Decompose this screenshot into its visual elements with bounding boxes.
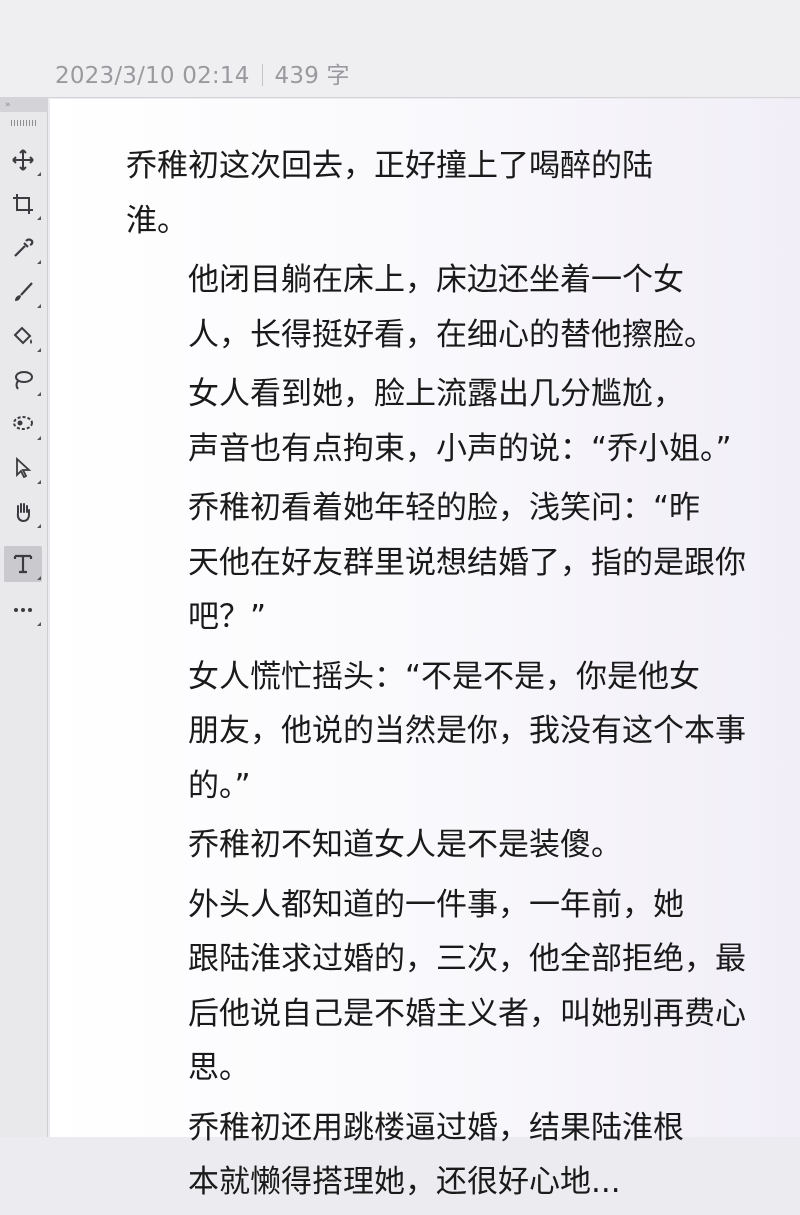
panel-grip[interactable] <box>11 120 37 126</box>
text-line: 乔稚初还用跳楼逼过婚，结果陆淮根 <box>188 1109 684 1146</box>
text-line: 本就懒得搭理她，还很好心地... <box>188 1164 621 1200</box>
meta-divider <box>261 64 263 86</box>
brush-icon <box>15 282 33 301</box>
panel-collapse-bar[interactable]: » <box>0 98 48 112</box>
brush-tool-icon[interactable] <box>4 274 42 310</box>
text-line: 乔稚初这次回去，正好撞上了喝醉的陆 <box>126 148 653 184</box>
document-header: 2023/3/10 02:14 439 字 <box>0 0 800 98</box>
ellipsis-icon <box>14 608 32 612</box>
type-icon <box>13 554 33 574</box>
more-tools-icon[interactable] <box>4 592 42 628</box>
crop-icon <box>13 194 33 214</box>
tools-panel: » <box>0 98 48 1137</box>
document-body[interactable]: 乔稚初这次回去，正好撞上了喝醉的陆 淮。 他闭目躺在床上，床边还坐着一个女 人，长得挺… <box>126 139 756 1215</box>
paragraph: 乔稚初看着她年轻的脸，浅笑问：“昨天他在好友群里说想结婚了，指的是跟你 吧？” <box>126 481 756 645</box>
text-line: 女人慌忙摇头：“不是不是，你是他女 <box>188 658 701 695</box>
document-date: 2023/3/10 02:14 <box>55 63 250 89</box>
collapse-arrows-icon[interactable]: » <box>5 99 11 111</box>
crop-tool-icon[interactable] <box>4 186 42 222</box>
hand-tool-icon[interactable] <box>4 494 42 530</box>
text-line: 思。 <box>188 1050 250 1086</box>
text-line: 的。” <box>188 767 251 804</box>
eyedropper-tool-icon[interactable] <box>4 230 42 266</box>
document-canvas[interactable]: 乔稚初这次回去，正好撞上了喝醉的陆 淮。 他闭目躺在床上，床边还坐着一个女 人，长得挺… <box>50 99 800 1200</box>
quick-selection-icon <box>13 416 33 430</box>
paragraph: 女人慌忙摇头：“不是不是，你是他女朋友，他说的当然是你，我没有这个本事 的。” <box>126 650 756 814</box>
text-line: 跟陆淮求过婚的，三次，他全部拒绝，最 <box>188 941 746 977</box>
move-tool-icon[interactable] <box>4 142 42 178</box>
text-line: 朋友，他说的当然是你，我没有这个本事 <box>188 713 746 749</box>
text-tool-icon[interactable] <box>4 546 42 582</box>
move-icon <box>12 149 34 171</box>
paragraph: 乔稚初还用跳楼逼过婚，结果陆淮根 本就懒得搭理她，还很好心地... <box>126 1101 756 1210</box>
word-count: 439 字 <box>274 63 350 89</box>
text-line: 他闭目躺在床上，床边还坐着一个女 <box>188 262 684 298</box>
text-line: 乔稚初不知道女人是不是装傻。 <box>188 827 622 863</box>
paragraph: 乔稚初这次回去，正好撞上了喝醉的陆 淮。 <box>126 139 756 248</box>
text-line: 人，长得挺好看，在细心的替他擦脸。 <box>188 316 715 353</box>
lasso-tool-icon[interactable] <box>4 362 42 398</box>
eyedropper-icon <box>14 238 34 257</box>
text-line: 声音也有点拘束，小声的说：“乔小姐。” <box>188 430 732 467</box>
paint-bucket-tool-icon[interactable] <box>4 318 42 354</box>
lasso-icon <box>15 371 33 390</box>
text-line: 乔稚初看着她年轻的脸，浅笑问：“昨 <box>188 490 701 526</box>
text-line: 外头人都知道的一件事，一年前，她 <box>188 886 684 923</box>
text-line: 后他说自己是不婚主义者，叫她别再费心 <box>188 995 746 1032</box>
pointer-icon <box>16 457 32 479</box>
quick-selection-tool-icon[interactable] <box>4 406 42 442</box>
text-line: 天他在好友群里说想结婚了，指的是跟你 <box>188 544 746 581</box>
text-line: 女人看到她，脸上流露出几分尴尬， <box>188 376 684 412</box>
text-line: 吧？” <box>188 599 267 635</box>
paint-bucket-icon <box>13 326 32 345</box>
paragraph: 外头人都知道的一件事，一年前，她跟陆淮求过婚的，三次，他全部拒绝，最 后他说自己是… <box>126 878 756 1096</box>
paragraph: 女人看到她，脸上流露出几分尴尬， 声音也有点拘束，小声的说：“乔小姐。” <box>126 367 756 476</box>
hand-icon <box>16 503 30 523</box>
pointer-tool-icon[interactable] <box>4 450 42 486</box>
document-meta: 2023/3/10 02:14 439 字 <box>55 56 350 90</box>
paragraph: 乔稚初不知道女人是不是装傻。 <box>126 818 756 873</box>
paragraph: 他闭目躺在床上，床边还坐着一个女 人，长得挺好看，在细心的替他擦脸。 <box>126 253 756 362</box>
text-line: 淮。 <box>126 202 188 239</box>
